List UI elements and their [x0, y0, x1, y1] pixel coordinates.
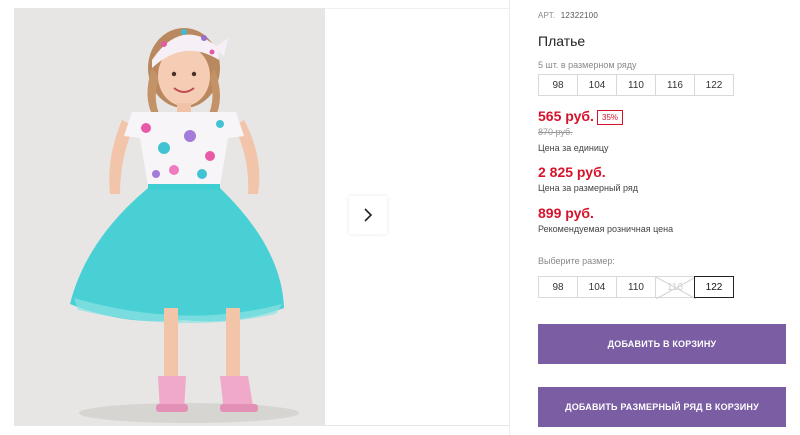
product-title: Платье [538, 33, 586, 49]
size-row-price: 2 825 руб. [538, 164, 606, 180]
size-row-grid: 98 104 110 116 122 [538, 74, 734, 96]
gallery-divider [14, 425, 510, 426]
girl-in-dress-image [14, 8, 325, 426]
size-option-selected[interactable]: 122 [694, 276, 734, 298]
product-gallery [0, 0, 510, 435]
size-row-cell: 122 [694, 74, 734, 96]
size-row-cell: 98 [538, 74, 578, 96]
size-option[interactable]: 110 [616, 276, 656, 298]
size-selector: 98 104 110 116 122 [538, 276, 734, 299]
add-to-cart-button[interactable]: ДОБАВИТЬ В КОРЗИНУ [538, 324, 786, 364]
unavailable-cross-icon [656, 277, 696, 299]
retail-price-label: Рекомендуемая розничная цена [538, 224, 674, 234]
size-row-cell: 116 [655, 74, 695, 96]
size-option-unavailable[interactable]: 116 [655, 276, 696, 299]
product-photo[interactable] [14, 8, 325, 426]
product-info: АРТ. 12322100 Платье 5 шт. в размерном р… [538, 0, 800, 435]
retail-price: 899 руб. [538, 205, 594, 221]
old-price: 870 руб. [538, 127, 573, 137]
add-size-row-to-cart-button[interactable]: ДОБАВИТЬ РАЗМЕРНЫЙ РЯД В КОРЗИНУ [538, 387, 786, 427]
article-value: 12322100 [560, 11, 598, 20]
size-row-cell: 104 [577, 74, 617, 96]
discount-badge: 35% [597, 110, 624, 125]
choose-size-label: Выберите размер: [538, 256, 615, 266]
column-divider [509, 0, 510, 435]
size-option[interactable]: 98 [538, 276, 578, 298]
chevron-right-icon [364, 208, 373, 222]
size-row-price-label: Цена за размерный ряд [538, 183, 639, 193]
size-option[interactable]: 104 [577, 276, 617, 298]
unit-price-label: Цена за единицу [538, 143, 609, 153]
size-row-cell: 110 [616, 74, 656, 96]
article-number: АРТ. 12322100 [538, 11, 598, 20]
article-label: АРТ. [538, 11, 556, 20]
next-image-button[interactable] [349, 196, 387, 234]
unit-price: 565 руб. [538, 108, 594, 124]
size-row-note: 5 шт. в размерном ряду [538, 60, 637, 70]
